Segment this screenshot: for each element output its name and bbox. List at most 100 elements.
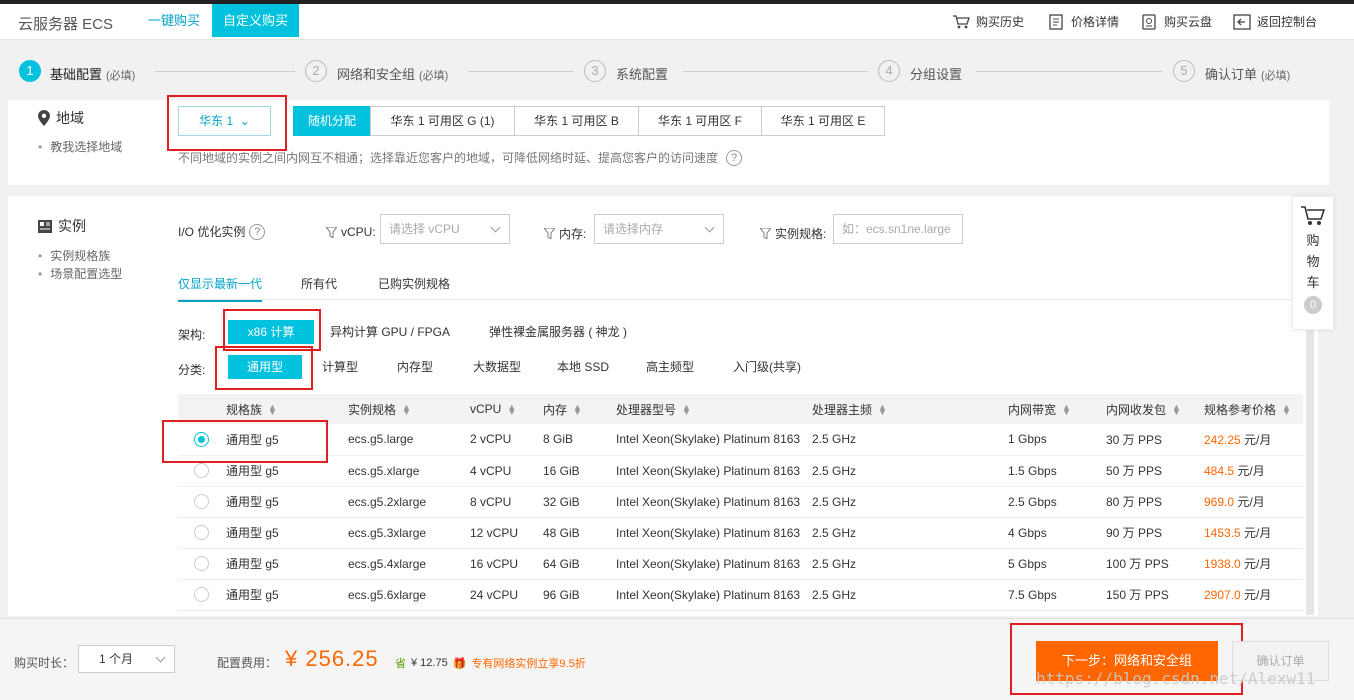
cell-spec: ecs.g5.large xyxy=(348,424,470,456)
row-radio[interactable] xyxy=(194,494,209,510)
col-vcpu[interactable]: vCPU ▲ ▼ xyxy=(470,394,543,424)
category-compute[interactable]: 计算型 xyxy=(310,355,370,379)
cell-family: 通用型 g5 xyxy=(226,517,348,549)
col-cpu-freq[interactable]: 处理器主频 ▲ ▼ xyxy=(812,394,1008,424)
category-local-ssd[interactable]: 本地 SSD xyxy=(548,355,618,379)
help-icon[interactable]: ? xyxy=(249,223,266,240)
spec-filter-label: 实例规格: xyxy=(760,225,826,242)
col-bandwidth[interactable]: 内网带宽 ▲ ▼ xyxy=(1008,394,1106,424)
highlight-box xyxy=(223,309,321,351)
cell-spec: ecs.g5.4xlarge xyxy=(348,548,470,580)
table-row[interactable]: 通用型 g5 ecs.g5.xlarge 4 vCPU 16 GiB Intel Xeo… xyxy=(178,455,1303,487)
cell-pps: 150 万 PPS xyxy=(1106,579,1204,611)
region-help-link[interactable]: 教我选择地域 xyxy=(38,138,122,155)
cell-cpu-freq: 2.5 GHz xyxy=(812,517,1008,549)
step-5-label: 确认订单 (必填) xyxy=(1205,67,1291,82)
table-row[interactable]: 通用型 g5 ecs.g5.large 2 vCPU 8 GiB Intel Xeon(… xyxy=(178,424,1303,456)
tab-one-click-buy[interactable]: 一键购买 xyxy=(137,4,211,37)
step-connector xyxy=(683,71,867,72)
step-connector xyxy=(155,71,295,72)
cell-cpu-freq: 2.5 GHz xyxy=(812,424,1008,456)
category-memory[interactable]: 内存型 xyxy=(384,355,446,379)
cell-price: 242.25 元/月 xyxy=(1204,424,1303,456)
tab-all-gen[interactable]: 所有代 xyxy=(301,275,337,292)
fee-label: 配置费用： xyxy=(217,656,278,670)
table-row[interactable]: 通用型 g5 ecs.g5.4xlarge 16 vCPU 64 GiB Intel X… xyxy=(178,548,1303,580)
category-bigdata[interactable]: 大数据型 xyxy=(462,355,532,379)
back-to-console-link[interactable]: 返回控制台 xyxy=(1233,13,1317,30)
category-shared[interactable]: 入门级(共享) xyxy=(724,355,810,379)
tab-custom-buy[interactable]: 自定义购买 xyxy=(212,4,300,37)
vcpu-select[interactable]: 请选择 vCPU xyxy=(380,214,510,244)
table-row[interactable]: 通用型 g5 ecs.g5.3xlarge 12 vCPU 48 GiB Intel X… xyxy=(178,517,1303,549)
back-icon xyxy=(1233,13,1251,30)
row-radio[interactable] xyxy=(194,556,209,572)
price-details-link[interactable]: 价格详情 xyxy=(1047,13,1119,30)
zone-random[interactable]: 随机分配 xyxy=(293,106,371,136)
tab-divider xyxy=(178,299,1303,300)
saving-value: ¥ 12.75 xyxy=(411,657,448,669)
cell-cpu-model: Intel Xeon(Skylake) Platinum 8163 xyxy=(616,455,812,487)
col-cpu-model[interactable]: 处理器型号 ▲ ▼ xyxy=(616,394,812,424)
purchase-history-link[interactable]: 购买历史 xyxy=(952,13,1024,30)
highlight-box xyxy=(215,346,313,390)
step-2-label: 网络和安全组 (必填) xyxy=(337,67,449,82)
row-radio[interactable] xyxy=(194,463,209,479)
io-optimized-filter: I/O 优化实例? xyxy=(178,223,266,240)
cart-label: 购物车 xyxy=(1306,233,1320,290)
cell-cpu-freq: 2.5 GHz xyxy=(812,548,1008,580)
col-pps[interactable]: 内网收发包 ▲ ▼ xyxy=(1106,394,1204,424)
cell-cpu-model: Intel Xeon(Skylake) Platinum 8163 xyxy=(616,548,812,580)
buy-disk-link[interactable]: 购买云盘 xyxy=(1140,13,1212,30)
zone-e[interactable]: 华东 1 可用区 E xyxy=(761,106,885,136)
document-icon xyxy=(1049,13,1063,30)
tab-latest-gen[interactable]: 仅显示最新一代 xyxy=(178,275,263,302)
cell-bandwidth: 5 Gbps xyxy=(1008,548,1106,580)
table-row[interactable]: 通用型 g5 ecs.g5.6xlarge 24 vCPU 96 GiB Intel X… xyxy=(178,579,1303,611)
vcpu-filter-label: vCPU: xyxy=(326,225,376,239)
cell-vcpu: 24 vCPU xyxy=(470,579,543,611)
cell-cpu-model: Intel Xeon(Skylake) Platinum 8163 xyxy=(616,486,812,518)
step-indicator: 1 基础配置 (必填) 2 网络和安全组 (必填) 3 系统配置 4 分组设置 5 … xyxy=(0,52,1340,92)
arch-bare-metal[interactable]: 弹性裸金属服务器 ( 神龙 ) xyxy=(478,320,638,344)
step-connector xyxy=(468,71,574,72)
table-row[interactable]: 通用型 g5 ecs.g5.2xlarge 8 vCPU 32 GiB Intel Xe… xyxy=(178,486,1303,518)
sort-icon: ▲ ▼ xyxy=(1282,402,1291,418)
zone-g[interactable]: 华东 1 可用区 G (1) xyxy=(370,106,515,136)
header: 云服务器 ECS 一键购买 自定义购买 购买历史 价格详情 购买云盘 返回控制台 xyxy=(0,4,1354,40)
row-radio[interactable] xyxy=(194,525,209,541)
cell-family: 通用型 g5 xyxy=(226,548,348,580)
cell-vcpu: 12 vCPU xyxy=(470,517,543,549)
zone-f[interactable]: 华东 1 可用区 F xyxy=(638,106,762,136)
memory-select[interactable]: 请选择内存 xyxy=(594,214,724,244)
cell-pps: 80 万 PPS xyxy=(1106,486,1204,518)
cell-pps: 50 万 PPS xyxy=(1106,455,1204,487)
category-high-freq[interactable]: 高主频型 xyxy=(636,355,704,379)
help-icon[interactable]: ? xyxy=(726,149,743,166)
buy-disk-label: 购买云盘 xyxy=(1164,15,1213,29)
row-radio[interactable] xyxy=(194,587,209,603)
promo-text: 专有网络实例立享9.5折 xyxy=(471,658,586,670)
cell-bandwidth: 2.5 Gbps xyxy=(1008,486,1106,518)
col-price[interactable]: 规格参考价格 ▲ ▼ xyxy=(1204,394,1303,424)
cell-pps: 100 万 PPS xyxy=(1106,548,1204,580)
table-header-row: 规格族 ▲ ▼ 实例规格 ▲ ▼ vCPU ▲ ▼ 内存 ▲ ▼ 处理器型号 ▲ ▼ 处理器主频 ▲ ▼… xyxy=(178,394,1303,424)
saving-info: 省 ¥ 12.75 🎁 专有网络实例立享9.5折 xyxy=(395,655,586,671)
scenario-guide-link[interactable]: 场景配置选型 xyxy=(38,265,122,282)
cell-memory: 16 GiB xyxy=(543,455,616,487)
col-memory[interactable]: 内存 ▲ ▼ xyxy=(543,394,616,424)
instance-list-icon xyxy=(38,219,52,233)
highlight-box xyxy=(162,420,328,463)
col-spec[interactable]: 实例规格 ▲ ▼ xyxy=(348,394,470,424)
instance-family-link[interactable]: 实例规格族 xyxy=(38,247,110,264)
arch-gpu-fpga[interactable]: 异构计算 GPU / FPGA xyxy=(326,320,454,344)
zone-b[interactable]: 华东 1 可用区 B xyxy=(514,106,639,136)
instance-spec-table: 规格族 ▲ ▼ 实例规格 ▲ ▼ vCPU ▲ ▼ 内存 ▲ ▼ 处理器型号 ▲ ▼ 处理器主频 ▲ ▼… xyxy=(178,394,1303,611)
shopping-cart[interactable]: 购物车 0 xyxy=(1292,196,1334,330)
tab-purchased-specs[interactable]: 已购实例规格 xyxy=(378,275,450,292)
filter-icon xyxy=(760,228,771,239)
location-pin-icon xyxy=(38,110,50,126)
spec-search-input[interactable]: 如：ecs.sn1ne.large xyxy=(833,214,963,244)
cell-price: 969.0 元/月 xyxy=(1204,486,1303,518)
duration-select[interactable]: 1 个月 xyxy=(78,645,175,673)
